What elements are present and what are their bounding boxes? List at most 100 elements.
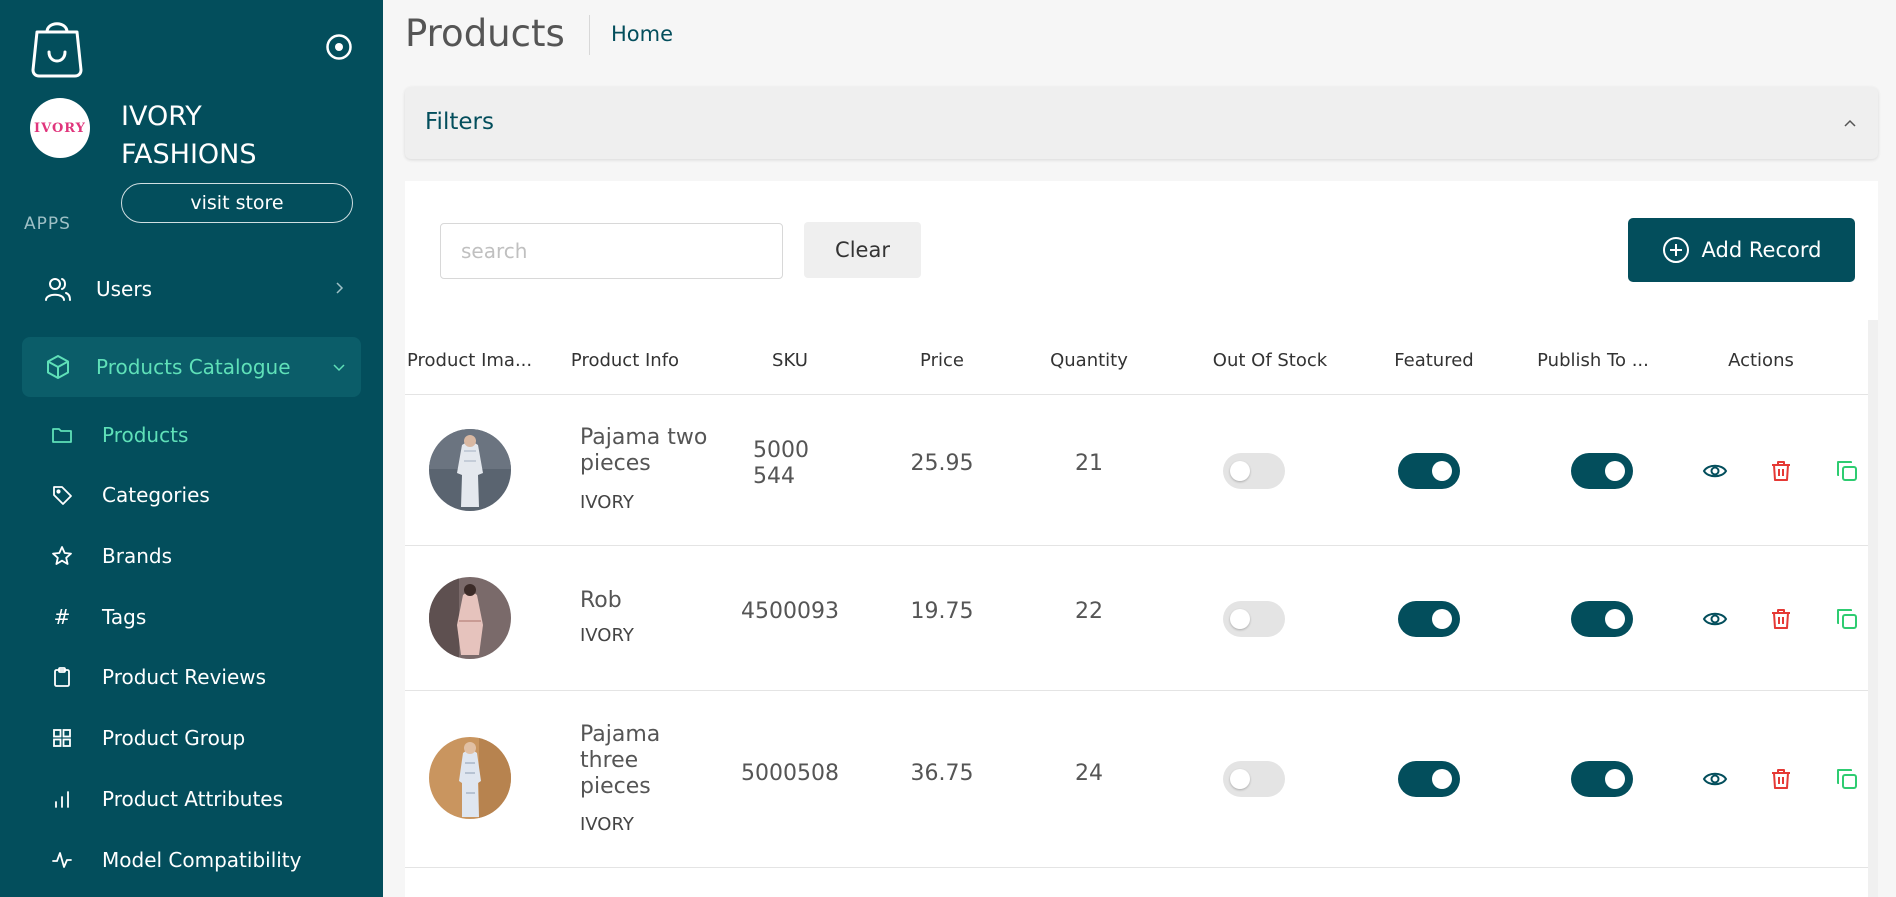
filters-label: Filters (425, 109, 494, 135)
users-icon (42, 273, 74, 305)
search-input[interactable] (440, 223, 783, 279)
delete-trash-icon[interactable] (1767, 605, 1795, 633)
sub-item-product-group-label: Product Group (102, 726, 246, 750)
clipboard-icon (50, 665, 74, 689)
product-sku: 5000544 (753, 438, 809, 489)
sub-item-tags-label: Tags (102, 605, 147, 629)
activity-icon (50, 848, 74, 872)
star-icon (50, 544, 74, 568)
sub-item-product-attributes-label: Product Attributes (102, 787, 284, 811)
folder-icon (50, 423, 74, 447)
sub-item-products-label: Products (102, 423, 189, 447)
product-name: Pajama two pieces (580, 425, 708, 476)
out-of-stock-toggle[interactable] (1223, 453, 1285, 489)
product-price: 19.75 (910, 599, 974, 624)
product-name: Pajama three pieces (580, 722, 661, 799)
chevron-up-icon[interactable] (1842, 115, 1858, 131)
shopping-bag-logo-icon[interactable] (30, 16, 84, 78)
sub-item-products[interactable]: Products (50, 415, 188, 455)
table-row: Rob IVORY 4500093 19.75 22 (405, 546, 1868, 691)
sub-item-model-compatibility[interactable]: Model Compatibility (50, 840, 301, 880)
table-row: Pajama two pieces IVORY 5000544 25.95 21 (405, 395, 1868, 546)
product-brand: IVORY (580, 492, 634, 513)
product-quantity: 21 (1075, 451, 1103, 476)
sidebar: IVORY IVORY FASHIONS APPS visit store Us… (0, 0, 383, 897)
product-quantity: 24 (1075, 761, 1103, 786)
table-row: Pajama three pieces IVORY 5000508 36.75 … (405, 691, 1868, 868)
column-header-quantity[interactable]: Quantity (1029, 327, 1149, 395)
product-price: 36.75 (910, 761, 974, 786)
featured-toggle[interactable] (1398, 453, 1460, 489)
featured-toggle[interactable] (1398, 761, 1460, 797)
bar-chart-icon (50, 787, 74, 811)
sub-item-product-attributes[interactable]: Product Attributes (50, 779, 283, 819)
cube-icon (42, 351, 74, 383)
copy-icon[interactable] (1833, 605, 1861, 633)
sub-item-product-group[interactable]: Product Group (50, 718, 245, 758)
apps-section-label: APPS (24, 214, 71, 234)
column-header-product-image[interactable]: Product Ima... (407, 327, 537, 395)
sub-item-categories[interactable]: Categories (50, 475, 210, 515)
column-header-publish[interactable]: Publish To ... (1533, 327, 1653, 395)
chevron-right-icon (336, 282, 344, 294)
column-header-product-info[interactable]: Product Info (555, 327, 695, 395)
tag-icon (50, 483, 74, 507)
nav-item-products-catalogue-label: Products Catalogue (96, 355, 291, 379)
product-sku: 5000508 (741, 761, 839, 786)
sub-item-tags[interactable]: # Tags (50, 597, 147, 637)
view-eye-icon[interactable] (1701, 765, 1729, 793)
visit-store-button[interactable]: visit store (121, 183, 353, 223)
view-eye-icon[interactable] (1701, 605, 1729, 633)
delete-trash-icon[interactable] (1767, 457, 1795, 485)
target-icon[interactable] (325, 33, 353, 61)
column-header-price[interactable]: Price (892, 327, 992, 395)
sub-item-brands-label: Brands (102, 544, 172, 568)
clear-button[interactable]: Clear (804, 222, 921, 278)
product-price: 25.95 (910, 451, 974, 476)
store-name: IVORY FASHIONS (121, 101, 257, 170)
delete-trash-icon[interactable] (1767, 765, 1795, 793)
store-avatar-text: IVORY (34, 120, 86, 136)
product-name: Rob (580, 588, 622, 613)
filters-panel[interactable]: Filters (405, 87, 1878, 159)
product-brand: IVORY (580, 814, 634, 835)
hash-icon: # (53, 605, 71, 629)
store-avatar: IVORY (30, 98, 90, 158)
nav-item-users-label: Users (96, 277, 153, 301)
product-quantity: 22 (1075, 599, 1103, 624)
product-sku: 4500093 (741, 599, 839, 624)
featured-toggle[interactable] (1398, 601, 1460, 637)
sub-item-product-reviews[interactable]: Product Reviews (50, 657, 266, 697)
publish-toggle[interactable] (1571, 453, 1633, 489)
plus-circle-icon (1662, 237, 1689, 263)
copy-icon[interactable] (1833, 457, 1861, 485)
out-of-stock-toggle[interactable] (1223, 761, 1285, 797)
title-divider (589, 15, 590, 55)
add-record-label: Add Record (1701, 238, 1822, 262)
column-header-sku[interactable]: SKU (740, 327, 840, 395)
page-title: Products (405, 12, 565, 55)
view-eye-icon[interactable] (1701, 457, 1729, 485)
table-scrollbar[interactable] (1868, 320, 1878, 897)
table-header: Product Ima... Product Info SKU Price Qu… (405, 327, 1868, 395)
product-image (429, 429, 511, 511)
sub-item-brands[interactable]: Brands (50, 536, 172, 576)
sub-item-categories-label: Categories (102, 483, 210, 507)
copy-icon[interactable] (1833, 765, 1861, 793)
sub-item-product-reviews-label: Product Reviews (102, 665, 267, 689)
nav-item-users[interactable]: Users (22, 260, 361, 318)
grid-icon (50, 726, 74, 750)
publish-toggle[interactable] (1571, 601, 1633, 637)
column-header-out-of-stock[interactable]: Out Of Stock (1190, 327, 1350, 395)
out-of-stock-toggle[interactable] (1223, 601, 1285, 637)
breadcrumb-home-link[interactable]: Home (611, 20, 673, 48)
chevron-down-icon (333, 364, 345, 372)
add-record-button[interactable]: Add Record (1628, 218, 1855, 282)
product-brand: IVORY (580, 625, 634, 646)
nav-item-products-catalogue[interactable]: Products Catalogue (22, 337, 361, 397)
publish-toggle[interactable] (1571, 761, 1633, 797)
column-header-actions: Actions (1728, 350, 1794, 371)
product-image (429, 577, 511, 659)
column-header-featured[interactable]: Featured (1374, 327, 1494, 395)
sub-item-model-compatibility-label: Model Compatibility (102, 848, 302, 872)
